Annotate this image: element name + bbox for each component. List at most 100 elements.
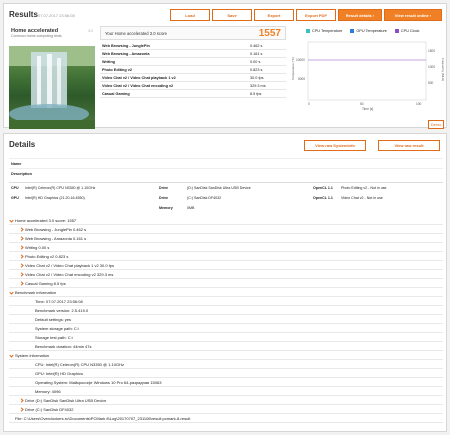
tree-node[interactable]: Writing 0.00 s [9, 243, 443, 252]
tree-node-text: Casual Gaming 8.5 fps [25, 281, 66, 286]
memory-label: Memory [159, 206, 173, 210]
legend-swatch [306, 29, 310, 33]
tree-node-text: Default settings: yes [35, 317, 72, 322]
view-raw-systeminfo-button[interactable]: View raw SystemInfo [304, 140, 366, 151]
expand-icon[interactable] [9, 290, 14, 295]
legend-cpu-temperature[interactable]: CPU Temperature [306, 29, 342, 33]
tree-node[interactable]: Video Chat v2 / Video Chat encoding v2 3… [9, 270, 443, 279]
score-row: Video Chat v2 / Video Chat playback 1 v2… [100, 74, 286, 82]
waterfall-art [9, 46, 95, 129]
tree-node[interactable]: Drive (C:) SanDisk DF4032 [9, 405, 443, 414]
tree-node-text: Video Chat v2 / Video Chat playback 1 v2… [25, 263, 115, 268]
tree-node[interactable]: Benchmark information [9, 288, 443, 297]
results-date: 07.07.2017 23:56:08 [38, 13, 75, 18]
tree-node-text: Drive (D:) SanDisk SanDisk Ultra USB Dev… [25, 398, 107, 403]
legend-gpu-temperature[interactable]: GPU Temperature [350, 29, 387, 33]
tree-node-text: Memory: 4096 [35, 389, 61, 394]
tree-node-text: Writing 0.00 s [25, 245, 50, 250]
score-row: Photo Editing v2 0.823 s [100, 66, 286, 74]
save-button[interactable]: Save [212, 9, 252, 21]
cpu-value: Intel(R) Celeron(R) CPU N3350 @ 1.10GHz [25, 186, 96, 190]
tree-leaf: Memory: 4096 [9, 387, 443, 396]
score-box: Your Home accelerated 3.0 score 1557 Web… [100, 26, 286, 129]
result-tree: Home accelerated 3.0 score: 1557 Web Bro… [9, 216, 443, 423]
score-row-value: 0.462 s [250, 43, 263, 48]
system-row: Memory 0MB [9, 203, 443, 213]
tree-node-text: Drive (C:) SanDisk DF4032 [25, 407, 74, 412]
details-title: Details [9, 140, 36, 149]
tree-node[interactable]: Drive (D:) SanDisk SanDisk Ultra USB Dev… [9, 396, 443, 405]
tree-node[interactable]: Casual Gaming 8.5 fps [9, 279, 443, 288]
tree-node[interactable]: System information [9, 351, 443, 360]
system-summary: CPU Intel(R) Celeron(R) CPU N3350 @ 1.10… [9, 182, 443, 210]
score-value: 1557 [258, 27, 281, 39]
expand-icon[interactable] [19, 254, 24, 259]
expand-icon[interactable] [19, 272, 24, 277]
benchmark-version: 3.0 [88, 29, 93, 33]
score-rows: Web Browsing - JunglePin 0.462 s Web Brow… [100, 42, 286, 98]
benchmark-header: Home accelerated Common home computing t… [9, 26, 95, 46]
score-row-value: 0.161 s [250, 51, 263, 56]
expand-icon[interactable] [9, 353, 14, 358]
expand-icon[interactable] [19, 263, 24, 268]
right-tick: 500 [428, 81, 434, 85]
tree-node-text: CPU: Intel(R) Celeron(R) CPU N3350 @ 1.1… [35, 362, 124, 367]
expand-icon[interactable] [19, 281, 24, 286]
expand-icon[interactable] [9, 218, 14, 223]
score-row-label: Web Browsing - JunglePin [102, 43, 150, 48]
left-tick: 5000 [298, 77, 305, 81]
score-row-value: 329.3 ms [250, 83, 266, 88]
tree-leaf: System storage path: C:\ [9, 324, 443, 333]
opencl-value: Photo Editing v2 - Not in use [341, 186, 387, 190]
drive-value: (D:) SanDisk SanDisk Ultra USB Device [187, 186, 251, 190]
name-row: Name [9, 158, 443, 168]
system-row: GPU Intel(R) HD Graphics (21.20.16.4550)… [9, 193, 443, 203]
export-button[interactable]: Export [254, 9, 294, 21]
waterfall-image [9, 46, 95, 129]
opencl-value: Video Chat v2 - Not in use [341, 196, 383, 200]
legend-cpu-clock[interactable]: CPU Clock [394, 29, 419, 33]
file-path-text: File: C:\Users\Overclockers.ru\Documents… [15, 416, 191, 421]
demo-button[interactable]: Demo [428, 120, 444, 129]
tree-node-text: Storage test path: C:\ [35, 335, 73, 340]
expand-icon[interactable] [19, 407, 24, 412]
tree-leaf: Operating System: Майкрософт Windows 10 … [9, 378, 443, 387]
x-tick: 50 [360, 102, 364, 106]
score-label: Your Home accelerated 3.0 score [105, 30, 167, 36]
tree-node[interactable]: Home accelerated 3.0 score: 1557 [9, 216, 443, 225]
description-label: Description [11, 171, 32, 176]
tree-node-text: Home accelerated 3.0 score: 1557 [15, 218, 77, 223]
tree-node[interactable]: Video Chat v2 / Video Chat playback 1 v2… [9, 261, 443, 270]
tree-node-text: Benchmark information [15, 290, 57, 295]
drive-label: Drive [159, 186, 168, 190]
details-toolbar: View raw SystemInfo View raw result [304, 140, 440, 151]
expand-icon[interactable] [19, 236, 24, 241]
tree-node[interactable]: Photo Editing v2 0.823 s [9, 252, 443, 261]
tree-node-text: System storage path: C:\ [35, 326, 80, 331]
view-result-online-button[interactable]: View result online › [384, 9, 442, 21]
chart-legend: CPU Temperature GPU Temperature CPU Cloc… [290, 26, 446, 36]
tree-node-text: GPU: Intel(R) HD Graphics [35, 371, 84, 376]
legend-label: GPU Temperature [356, 29, 387, 33]
expand-icon[interactable] [19, 245, 24, 250]
expand-icon[interactable] [19, 227, 24, 232]
legend-label: CPU Temperature [312, 29, 343, 33]
load-button[interactable]: Load [170, 9, 210, 21]
view-raw-result-button[interactable]: View raw result [378, 140, 440, 151]
memory-value: 0MB [187, 206, 195, 210]
tree-leaf: GPU: Intel(R) HD Graphics [9, 369, 443, 378]
gpu-label: GPU [11, 196, 19, 200]
result-details-button[interactable]: Result details › [338, 9, 382, 21]
score-row-label: Writing [102, 59, 116, 64]
left-tick: 10000 [296, 58, 305, 62]
score-row-value: 0.823 s [250, 67, 263, 72]
tree-node[interactable]: Web Browsing - Amazonia 0.161 s [9, 234, 443, 243]
expand-icon[interactable] [19, 398, 24, 403]
x-tick: 0 [308, 102, 310, 106]
name-description: Name Description [9, 158, 443, 178]
score-row: Web Browsing - JunglePin 0.462 s [100, 42, 286, 50]
tree-node[interactable]: Web Browsing - JunglePin 0.462 s [9, 225, 443, 234]
export-pdf-button[interactable]: Export PDF [296, 9, 336, 21]
tree-node-text: Time: 07.07.2017 23:56:08 [35, 299, 83, 304]
score-row: Video Chat v2 / Video Chat encoding v2 32… [100, 82, 286, 90]
